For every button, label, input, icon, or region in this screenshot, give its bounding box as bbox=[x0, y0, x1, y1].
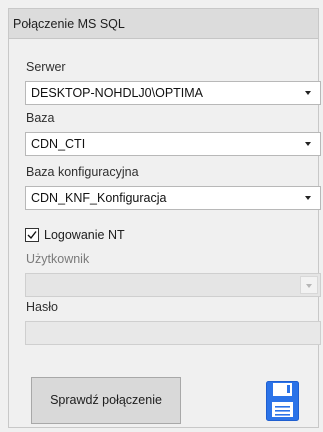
server-value: DESKTOP-NOHDLJ0\OPTIMA bbox=[31, 86, 204, 100]
chevron-down-icon bbox=[306, 284, 312, 288]
password-field[interactable] bbox=[25, 321, 321, 345]
nt-login-label[interactable]: Logowanie NT bbox=[44, 227, 125, 243]
chevron-down-icon bbox=[305, 196, 311, 200]
database-value: CDN_CTI bbox=[31, 137, 86, 151]
database-label: Baza bbox=[26, 111, 55, 125]
test-connection-button[interactable]: Sprawdź połączenie bbox=[31, 377, 181, 424]
database-select[interactable]: CDN_CTI bbox=[25, 132, 321, 156]
nt-login-checkbox[interactable] bbox=[25, 228, 39, 242]
chevron-down-icon bbox=[305, 142, 311, 146]
checkmark-icon bbox=[27, 231, 37, 240]
server-label: Serwer bbox=[26, 60, 66, 74]
panel-title: Połączenie MS SQL bbox=[9, 9, 318, 39]
config-database-select[interactable]: CDN_KNF_Konfiguracja bbox=[25, 186, 321, 210]
user-select[interactable] bbox=[25, 273, 321, 297]
ms-sql-connection-panel: Połączenie MS SQL Serwer DESKTOP-NOHDLJ0… bbox=[8, 8, 321, 428]
dropdown-button[interactable] bbox=[300, 276, 318, 294]
config-database-label: Baza konfiguracyjna bbox=[26, 165, 139, 179]
config-database-value: CDN_KNF_Konfiguracja bbox=[31, 191, 167, 205]
password-label: Hasło bbox=[26, 300, 58, 314]
floppy-disk-icon[interactable] bbox=[265, 380, 300, 422]
server-select[interactable]: DESKTOP-NOHDLJ0\OPTIMA bbox=[25, 81, 321, 105]
user-label: Użytkownik bbox=[26, 252, 90, 266]
chevron-down-icon bbox=[305, 91, 311, 95]
